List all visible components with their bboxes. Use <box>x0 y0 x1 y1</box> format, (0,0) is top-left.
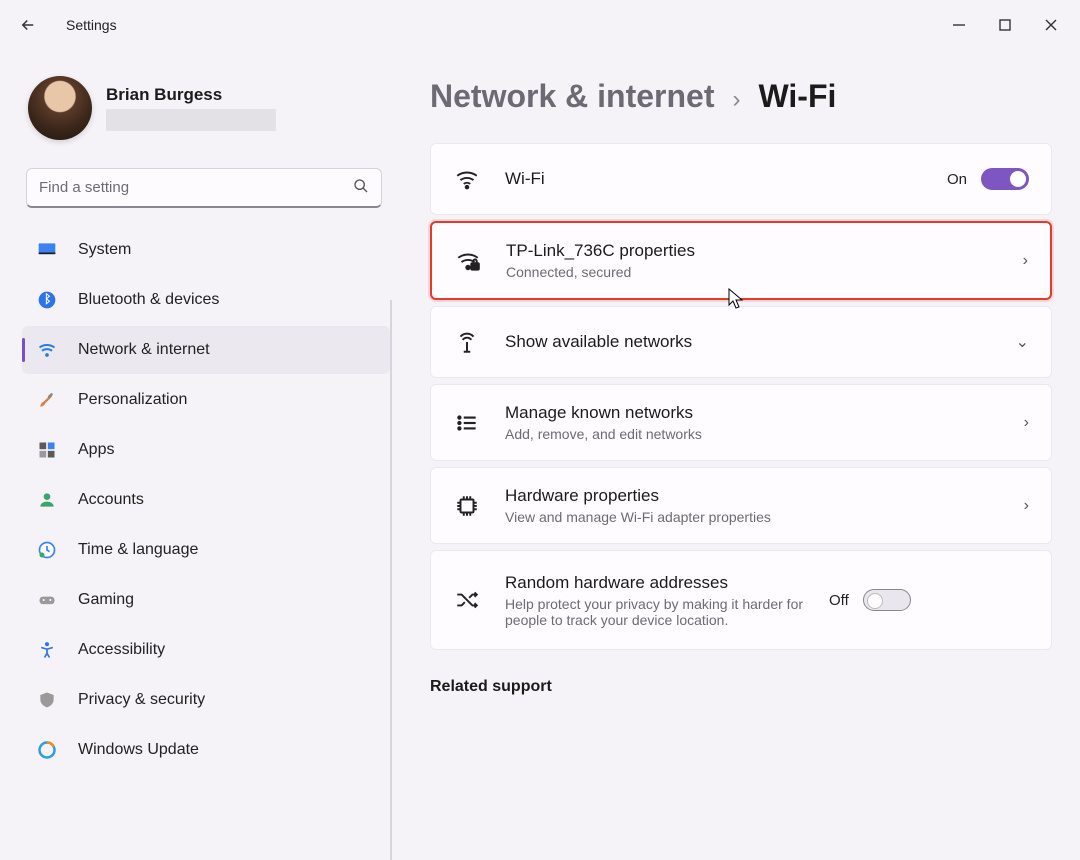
clock-icon <box>36 539 58 561</box>
sidebar-item-label: System <box>78 241 131 259</box>
sidebar-item-personalization[interactable]: Personalization <box>22 376 390 424</box>
profile-block[interactable]: Brian Burgess <box>22 70 390 162</box>
main-content: Network & internet › Wi-Fi Wi-Fi On <box>400 50 1080 834</box>
chevron-right-icon: › <box>1023 252 1028 270</box>
card-known-networks[interactable]: Manage known networks Add, remove, and e… <box>430 384 1052 461</box>
sidebar-item-label: Time & language <box>78 541 198 559</box>
card-subtitle: Add, remove, and edit networks <box>505 426 1000 442</box>
card-subtitle: View and manage Wi-Fi adapter properties <box>505 509 1000 525</box>
sidebar-item-accounts[interactable]: Accounts <box>22 476 390 524</box>
titlebar: Settings <box>0 0 1080 50</box>
card-hardware-properties[interactable]: Hardware properties View and manage Wi-F… <box>430 467 1052 544</box>
sidebar-item-bluetooth[interactable]: Bluetooth & devices <box>22 276 390 324</box>
sidebar-item-update[interactable]: Windows Update <box>22 726 390 774</box>
sidebar-item-label: Privacy & security <box>78 691 205 709</box>
breadcrumb-parent[interactable]: Network & internet <box>430 78 714 115</box>
shuffle-icon <box>453 586 481 614</box>
avatar <box>28 76 92 140</box>
card-title: TP-Link_736C properties <box>506 241 999 261</box>
card-title: Show available networks <box>505 332 992 352</box>
sidebar-item-privacy[interactable]: Privacy & security <box>22 676 390 724</box>
list-icon <box>453 409 481 437</box>
sidebar-item-label: Accounts <box>78 491 144 509</box>
wifi-icon <box>453 165 481 193</box>
antenna-icon <box>453 328 481 356</box>
scrollbar[interactable] <box>390 300 392 860</box>
chevron-down-icon: ⌄ <box>1016 332 1029 352</box>
card-title: Random hardware addresses <box>505 573 805 593</box>
person-icon <box>36 489 58 511</box>
breadcrumb-current: Wi-Fi <box>758 78 836 115</box>
nav: System Bluetooth & devices Network & int… <box>22 226 390 774</box>
card-network-properties[interactable]: TP-Link_736C properties Connected, secur… <box>430 221 1052 300</box>
random-mac-toggle[interactable] <box>863 589 911 611</box>
search-input[interactable]: Find a setting <box>26 168 382 208</box>
chevron-right-icon: › <box>1024 414 1029 432</box>
sidebar-item-label: Bluetooth & devices <box>78 291 219 309</box>
monitor-icon <box>36 239 58 261</box>
accessibility-icon <box>36 639 58 661</box>
sidebar-item-label: Apps <box>78 441 114 459</box>
sidebar-item-time[interactable]: Time & language <box>22 526 390 574</box>
card-random-mac: Random hardware addresses Help protect y… <box>430 550 1052 650</box>
wifi-icon <box>36 339 58 361</box>
sidebar-item-network[interactable]: Network & internet <box>22 326 390 374</box>
paintbrush-icon <box>36 389 58 411</box>
shield-icon <box>36 689 58 711</box>
search-placeholder: Find a setting <box>39 179 129 196</box>
sidebar: Brian Burgess Find a setting System Bl <box>0 50 400 834</box>
sidebar-item-system[interactable]: System <box>22 226 390 274</box>
toggle-label: Off <box>829 592 849 609</box>
search-icon <box>353 178 369 198</box>
sidebar-item-apps[interactable]: Apps <box>22 426 390 474</box>
card-available-networks[interactable]: Show available networks ⌄ <box>430 306 1052 378</box>
wifi-toggle[interactable] <box>981 168 1029 190</box>
chevron-right-icon: › <box>732 86 740 114</box>
sidebar-item-gaming[interactable]: Gaming <box>22 576 390 624</box>
sidebar-item-label: Accessibility <box>78 641 165 659</box>
update-icon <box>36 739 58 761</box>
breadcrumb: Network & internet › Wi-Fi <box>430 78 1052 115</box>
bluetooth-icon <box>36 289 58 311</box>
card-subtitle: Connected, secured <box>506 264 999 280</box>
close-button[interactable] <box>1028 7 1074 43</box>
wifi-secured-icon <box>454 247 482 275</box>
gamepad-icon <box>36 589 58 611</box>
apps-icon <box>36 439 58 461</box>
sidebar-item-label: Gaming <box>78 591 134 609</box>
sidebar-item-accessibility[interactable]: Accessibility <box>22 626 390 674</box>
sidebar-item-label: Personalization <box>78 391 187 409</box>
minimize-button[interactable] <box>936 7 982 43</box>
window-title: Settings <box>66 17 117 33</box>
chevron-right-icon: › <box>1024 497 1029 515</box>
toggle-label: On <box>947 171 967 188</box>
sidebar-item-label: Windows Update <box>78 741 199 759</box>
sidebar-item-label: Network & internet <box>78 341 210 359</box>
card-title: Wi-Fi <box>505 169 923 189</box>
card-title: Manage known networks <box>505 403 1000 423</box>
card-subtitle: Help protect your privacy by making it h… <box>505 596 805 628</box>
card-title: Hardware properties <box>505 486 1000 506</box>
maximize-button[interactable] <box>982 7 1028 43</box>
profile-email-redacted <box>106 109 276 131</box>
card-wifi-toggle: Wi-Fi On <box>430 143 1052 215</box>
window-controls <box>936 7 1074 43</box>
related-support-heading: Related support <box>430 678 1052 696</box>
chip-icon <box>453 492 481 520</box>
back-button[interactable] <box>6 3 50 47</box>
profile-name: Brian Burgess <box>106 85 276 105</box>
